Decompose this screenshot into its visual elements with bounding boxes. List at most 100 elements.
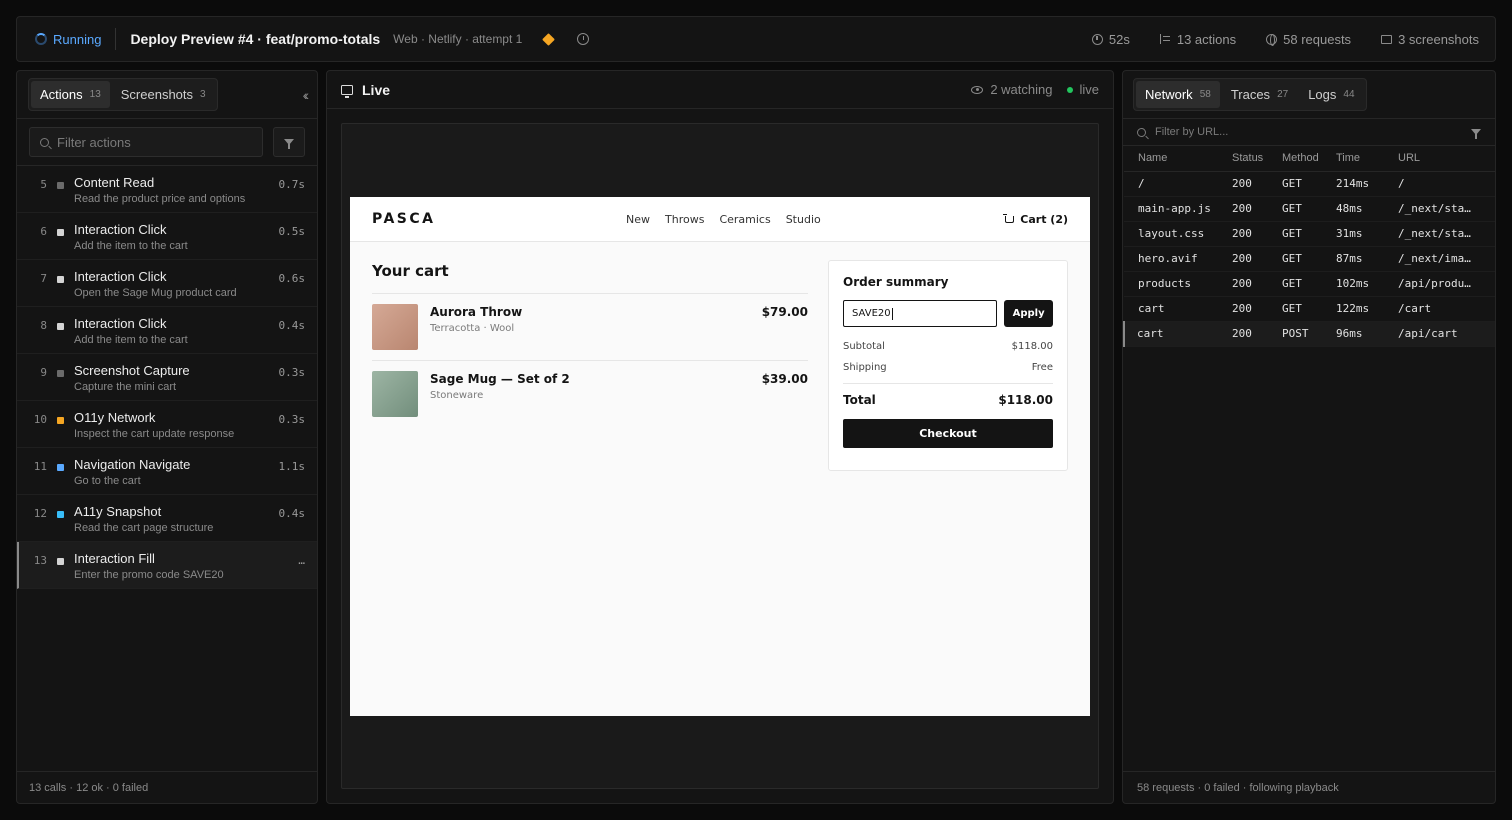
column-header[interactable]: Time xyxy=(1332,146,1394,172)
request-url: /_next/sta… xyxy=(1394,221,1495,247)
action-time: 0.3s xyxy=(278,366,306,379)
summary-title: Order summary xyxy=(843,275,949,289)
action-type-dot xyxy=(57,370,64,377)
search-icon xyxy=(1137,127,1146,137)
promo-code-input[interactable]: SAVE20 xyxy=(843,300,998,327)
total-label: Total xyxy=(843,393,876,407)
site-logo[interactable]: PASCA xyxy=(372,211,436,227)
live-label: live xyxy=(1079,82,1099,97)
action-number: 9 xyxy=(40,366,47,379)
column-header[interactable]: URL xyxy=(1394,146,1495,172)
action-item[interactable]: 7 Interaction Click Open the Sage Mug pro… xyxy=(17,260,317,307)
item-name[interactable]: Aurora Throw xyxy=(430,305,762,319)
action-number: 6 xyxy=(40,225,47,238)
checkout-button[interactable]: Checkout xyxy=(843,419,1053,448)
request-url: /_next/sta… xyxy=(1394,196,1495,222)
cart-link[interactable]: Cart (2) xyxy=(1003,213,1068,226)
filter-button[interactable] xyxy=(273,127,305,157)
funnel-icon[interactable] xyxy=(1471,129,1481,139)
live-indicator: live xyxy=(1067,82,1099,97)
cart-item: Aurora Throw Terracotta · Wool $79.00 xyxy=(372,293,808,360)
nav-link-new[interactable]: New xyxy=(626,213,650,226)
shipping-value: Free xyxy=(1031,362,1053,373)
filter-actions-input[interactable]: Filter actions xyxy=(29,127,263,157)
action-item[interactable]: 5 Content Read Read the product price and… xyxy=(17,166,317,213)
url-filter-input[interactable]: Filter by URL... xyxy=(1123,119,1495,146)
live-title: Live xyxy=(362,81,391,98)
cart-main: Your cart Aurora Throw Terracotta · Wool… xyxy=(372,262,808,427)
item-variant: Stoneware xyxy=(430,390,484,401)
apply-button[interactable]: Apply xyxy=(1004,300,1053,327)
total-row: Total $118.00 xyxy=(843,393,1053,407)
action-title: Navigation Navigate xyxy=(74,457,191,472)
network-row[interactable]: main-app.js 200 GET 48ms /_next/sta… xyxy=(1124,196,1495,222)
action-desc: Add the item to the cart xyxy=(74,240,188,252)
requests-value: 58 requests xyxy=(1283,31,1352,47)
watching-count: 2 watching xyxy=(990,82,1053,97)
nav-link-throws[interactable]: Throws xyxy=(665,213,704,226)
divider xyxy=(115,28,117,50)
action-item[interactable]: 6 Interaction Click Add the item to the c… xyxy=(17,213,317,260)
network-row[interactable]: hero.avif 200 GET 87ms /_next/ima… xyxy=(1124,246,1495,272)
request-name: hero.avif xyxy=(1124,246,1228,272)
action-item[interactable]: 10 O11y Network Inspect the cart update r… xyxy=(17,401,317,448)
site-nav: PASCA New Throws Ceramics Studio Cart (2… xyxy=(350,197,1090,242)
network-row[interactable]: layout.css 200 GET 31ms /_next/sta… xyxy=(1124,221,1495,247)
action-item[interactable]: 9 Screenshot Capture Capture the mini car… xyxy=(17,354,317,401)
action-title: Interaction Click xyxy=(74,269,167,284)
network-row-selected[interactable]: cart 200 POST 96ms /api/cart xyxy=(1123,321,1495,347)
tab-screenshots[interactable]: Screenshots 3 xyxy=(112,81,215,108)
network-header-row: Name Status Method Time URL xyxy=(1124,146,1495,172)
actions-panel: Actions 13 Screenshots 3 ‹‹ Filter actio… xyxy=(16,70,318,804)
request-status: 200 xyxy=(1228,321,1278,347)
action-type-dot xyxy=(57,323,64,330)
request-url: /cart xyxy=(1394,296,1495,322)
action-desc: Add the item to the cart xyxy=(74,334,188,346)
eye-icon xyxy=(971,85,984,94)
request-name: / xyxy=(1124,171,1228,197)
tab-network[interactable]: Network 58 xyxy=(1136,81,1220,108)
live-panel: Live 2 watching live PASCA New Throws Ce… xyxy=(326,70,1114,804)
spinner-icon xyxy=(35,33,47,45)
nav-link-studio[interactable]: Studio xyxy=(786,213,821,226)
request-time: 87ms xyxy=(1332,246,1394,272)
run-title: Deploy Preview #4 · feat/promo-totals xyxy=(130,31,381,47)
action-title: Screenshot Capture xyxy=(74,363,190,378)
tab-traces[interactable]: Traces 27 xyxy=(1222,81,1297,108)
request-status: 200 xyxy=(1228,296,1278,322)
request-name: layout.css xyxy=(1124,221,1228,247)
request-status: 200 xyxy=(1228,171,1278,197)
actions-value: 13 actions xyxy=(1176,31,1237,47)
request-time: 102ms xyxy=(1332,271,1394,297)
column-header[interactable]: Name xyxy=(1124,146,1228,172)
product-thumbnail[interactable] xyxy=(372,304,418,350)
network-row[interactable]: products 200 GET 102ms /api/produ… xyxy=(1124,271,1495,297)
diamond-icon[interactable] xyxy=(542,32,556,46)
action-desc: Open the Sage Mug product card xyxy=(74,287,237,299)
network-row[interactable]: / 200 GET 214ms / xyxy=(1124,171,1495,197)
request-name: products xyxy=(1124,271,1228,297)
tab-actions[interactable]: Actions 13 xyxy=(31,81,110,108)
tab-logs[interactable]: Logs 44 xyxy=(1299,81,1363,108)
product-thumbnail[interactable] xyxy=(372,371,418,417)
shipping-row: Shipping Free xyxy=(843,362,1053,373)
action-item-active[interactable]: 13 Interaction Fill Enter the promo code … xyxy=(17,542,317,589)
action-desc: Inspect the cart update response xyxy=(74,428,235,440)
actions-filter-bar: Filter actions xyxy=(17,119,317,166)
item-name[interactable]: Sage Mug — Set of 2 xyxy=(430,372,762,386)
column-header[interactable]: Status xyxy=(1228,146,1278,172)
action-item[interactable]: 8 Interaction Click Add the item to the c… xyxy=(17,307,317,354)
action-item[interactable]: 11 Navigation Navigate Go to the cart 1.1… xyxy=(17,448,317,495)
action-title: Interaction Click xyxy=(74,222,167,237)
collapse-icon[interactable]: ‹‹ xyxy=(303,87,310,103)
nav-link-ceramics[interactable]: Ceramics xyxy=(719,213,770,226)
image-icon xyxy=(1381,34,1393,44)
screenshots-value: 3 screenshots xyxy=(1398,31,1479,47)
action-item[interactable]: 12 A11y Snapshot Read the cart page struc… xyxy=(17,495,317,542)
request-method: POST xyxy=(1278,321,1332,347)
network-row[interactable]: cart 200 GET 122ms /cart xyxy=(1124,296,1495,322)
column-header[interactable]: Method xyxy=(1278,146,1332,172)
info-icon[interactable] xyxy=(577,33,590,45)
tab-label: Traces xyxy=(1230,87,1271,102)
request-time: 214ms xyxy=(1332,171,1394,197)
